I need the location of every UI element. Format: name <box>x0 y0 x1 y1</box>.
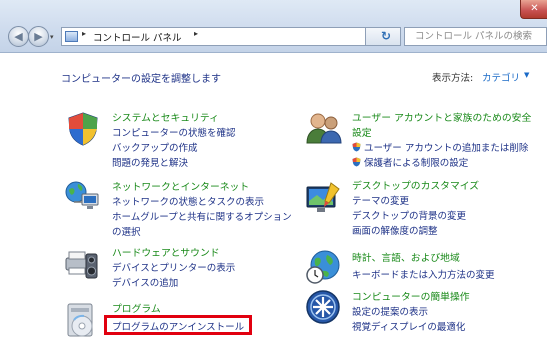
category-title-clock-language-region[interactable]: 時計、言語、および地域 <box>352 250 460 264</box>
view-by-label: 表示方法: <box>432 73 474 84</box>
link-check-computer-status[interactable]: コンピューターの状態を確認 <box>112 125 236 139</box>
category-title-hardware-sound[interactable]: ハードウェアとサウンド <box>112 245 220 259</box>
close-button[interactable]: ✕ <box>520 0 547 19</box>
breadcrumb-separator[interactable]: ▸ <box>82 29 86 38</box>
link-homegroup-sharing-options-cont[interactable]: の選択 <box>112 224 141 238</box>
link-homegroup-sharing-options[interactable]: ホームグループと共有に関するオプション <box>112 209 292 223</box>
link-view-devices-printers[interactable]: デバイスとプリンターの表示 <box>112 260 235 274</box>
recent-pages-dropdown[interactable]: ▾ <box>50 33 54 41</box>
search-input[interactable]: コントロール パネルの検索 <box>404 27 547 46</box>
category-title-network-internet[interactable]: ネットワークとインターネット <box>112 179 249 193</box>
link-add-remove-user-accounts-label[interactable]: ユーザー アカウントの追加または削除 <box>364 143 528 154</box>
network-internet-icon <box>65 181 99 209</box>
link-view-network-status[interactable]: ネットワークの状態とタスクの表示 <box>112 194 264 208</box>
link-find-fix-problems[interactable]: 問題の発見と解決 <box>112 155 188 169</box>
page-title: コンピューターの設定を調整します <box>61 74 221 85</box>
link-change-keyboard-input[interactable]: キーボードまたは入力方法の変更 <box>352 267 495 281</box>
programs-icon <box>67 303 93 337</box>
link-adjust-screen-resolution[interactable]: 画面の解像度の調整 <box>352 223 438 237</box>
link-create-backup[interactable]: バックアップの作成 <box>112 140 198 154</box>
chevron-down-icon[interactable]: ▼ <box>524 71 529 79</box>
forward-button[interactable]: ▶ <box>28 26 49 47</box>
link-add-device[interactable]: デバイスの追加 <box>112 275 178 289</box>
breadcrumb-control-panel[interactable]: コントロール パネル <box>93 30 182 44</box>
category-title-appearance[interactable]: デスクトップのカスタマイズ <box>352 178 479 192</box>
hardware-sound-icon <box>65 251 98 279</box>
system-security-icon <box>68 112 98 146</box>
category-title-user-accounts[interactable]: ユーザー アカウントと家族のための安全 <box>352 110 531 124</box>
ease-of-access-icon <box>306 290 340 324</box>
link-parental-controls[interactable]: 保護者による制限の設定 <box>352 155 468 169</box>
link-add-remove-user-accounts[interactable]: ユーザー アカウントの追加または削除 <box>352 140 528 154</box>
category-title-ease-of-access[interactable]: コンピューターの簡単操作 <box>352 289 470 303</box>
highlight-box <box>104 315 252 335</box>
uac-shield-icon <box>352 142 361 152</box>
link-change-desktop-background[interactable]: デスクトップの背景の変更 <box>352 208 466 222</box>
link-parental-controls-label[interactable]: 保護者による制限の設定 <box>364 158 468 169</box>
category-title-user-accounts-cont[interactable]: 設定 <box>352 125 372 139</box>
back-button[interactable]: ◀ <box>8 26 29 47</box>
category-title-system-security[interactable]: システムとセキュリティ <box>112 110 219 124</box>
link-change-theme[interactable]: テーマの変更 <box>352 193 409 207</box>
link-let-windows-suggest-settings[interactable]: 設定の提案の表示 <box>352 304 428 318</box>
user-accounts-icon <box>306 113 342 144</box>
refresh-icon[interactable]: ↻ <box>381 29 391 43</box>
address-bar[interactable]: ▸ コントロール パネル ▸ ▾ <box>61 27 412 46</box>
breadcrumb-separator[interactable]: ▸ <box>194 29 198 38</box>
view-by-dropdown[interactable]: カテゴリ <box>482 70 520 84</box>
category-title-programs[interactable]: プログラム <box>112 301 161 315</box>
control-panel-icon <box>65 31 78 42</box>
clock-language-region-icon <box>306 250 340 284</box>
link-optimize-visual-display[interactable]: 視覚ディスプレイの最適化 <box>352 319 465 333</box>
appearance-personalization-icon <box>306 182 340 212</box>
uac-shield-icon <box>352 157 361 167</box>
